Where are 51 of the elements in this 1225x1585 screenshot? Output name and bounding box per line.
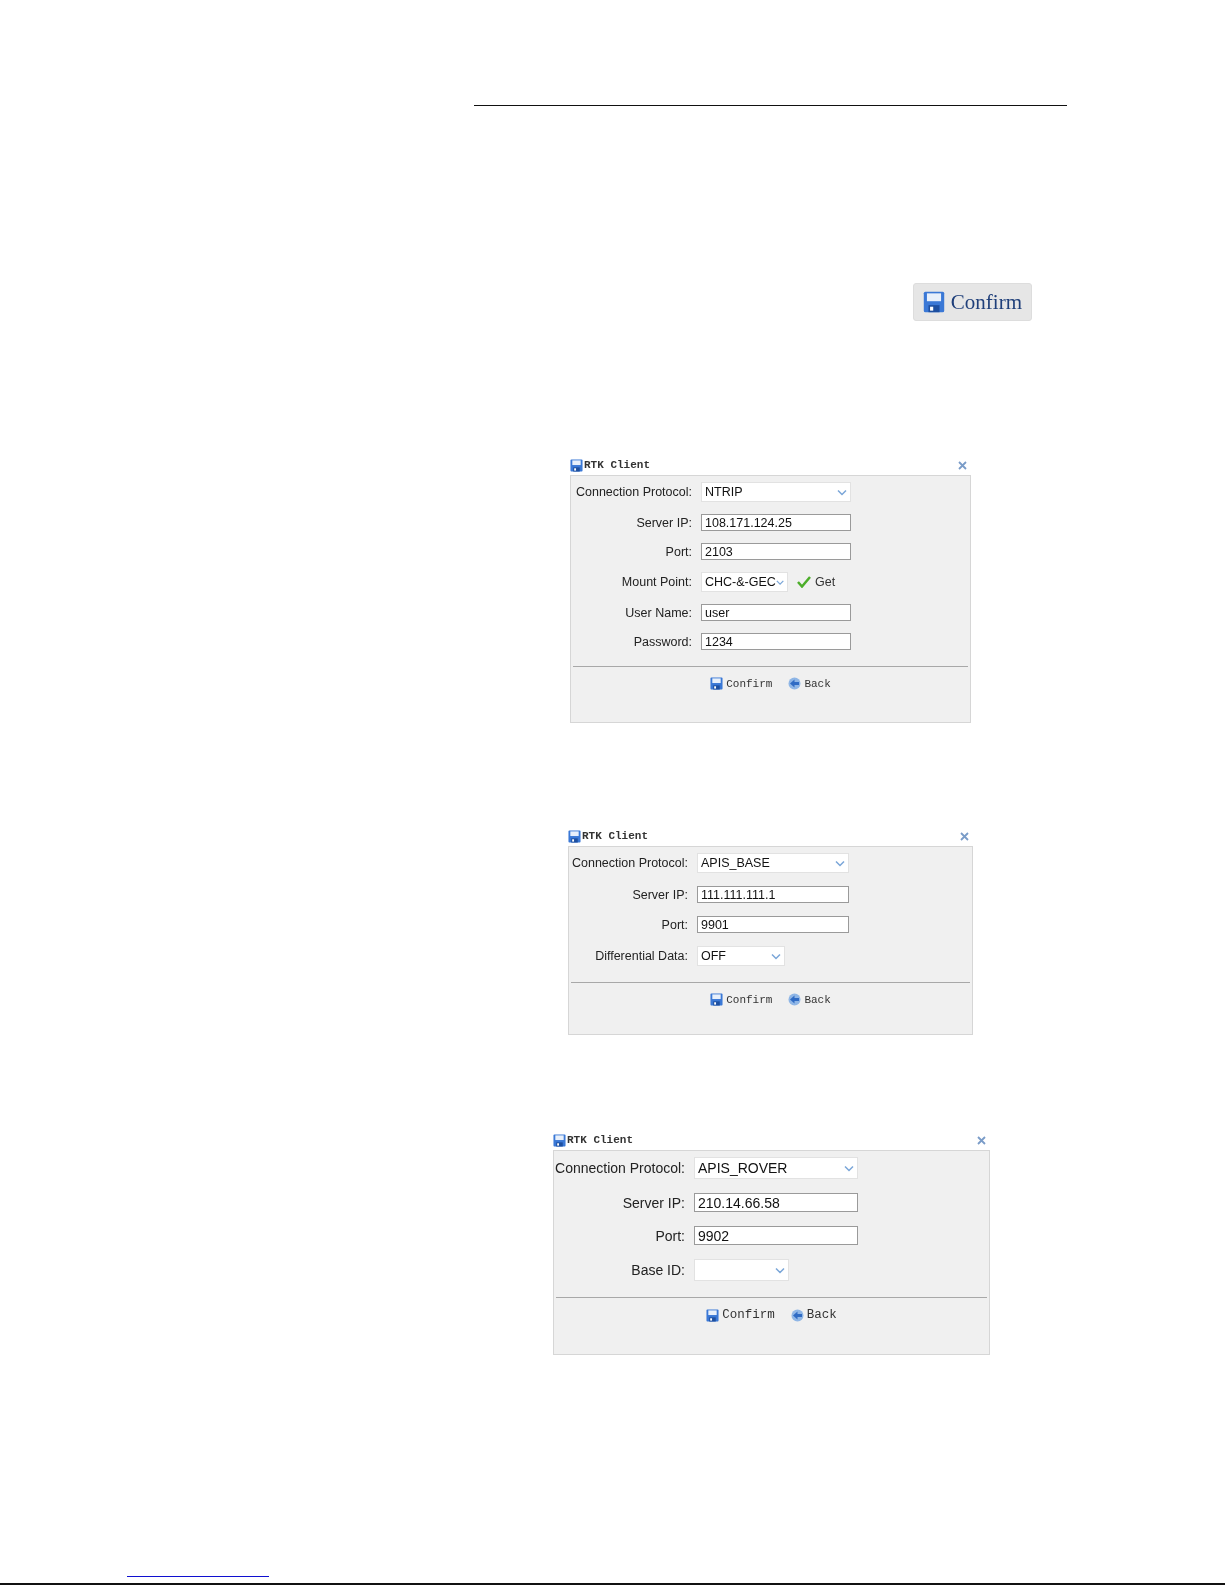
close-icon[interactable] <box>958 460 967 470</box>
checkmark-icon <box>797 576 811 588</box>
close-icon[interactable] <box>977 1135 986 1145</box>
back-button[interactable]: Back <box>788 677 831 690</box>
field-label: Base ID: <box>630 1262 685 1278</box>
dropdown[interactable]: OFF <box>697 946 785 966</box>
confirm-button[interactable]: Confirm <box>710 993 773 1006</box>
back-button[interactable]: Back <box>790 1308 837 1322</box>
get-link[interactable]: Get <box>797 575 836 589</box>
field-label: Server IP: <box>635 515 692 530</box>
text-field[interactable]: 111.111.111.1 <box>697 886 849 903</box>
field-label: Connection Protocol: <box>574 485 692 499</box>
field-label: Connection Protocol: <box>570 856 688 870</box>
field-label: Port: <box>654 1227 685 1244</box>
chevron-down-icon <box>775 578 784 586</box>
text-field[interactable]: 9901 <box>697 916 849 933</box>
field-label: Port: <box>660 917 688 932</box>
dropdown[interactable]: CHC-&-GEC <box>701 572 788 592</box>
text-field[interactable]: 1234 <box>701 633 851 650</box>
dialog-title: RTK Client <box>568 829 648 843</box>
dialog-title: RTK Client <box>553 1133 633 1147</box>
chevron-down-icon <box>844 1164 854 1172</box>
back-button[interactable]: Back <box>788 993 831 1006</box>
field-label: Server IP: <box>631 887 688 902</box>
field-label: User Name: <box>624 605 692 620</box>
text-field[interactable]: 9902 <box>694 1226 858 1245</box>
close-icon[interactable] <box>960 831 969 841</box>
chevron-down-icon <box>775 1266 785 1274</box>
text-field[interactable]: user <box>701 604 851 621</box>
dialog-title: RTK Client <box>570 458 650 472</box>
chevron-down-icon <box>837 488 847 496</box>
back-arrow-icon <box>788 993 802 1006</box>
field-label: Mount Point: <box>620 575 692 589</box>
text-field[interactable]: 210.14.66.58 <box>694 1193 858 1212</box>
text-field[interactable]: 2103 <box>701 543 851 560</box>
confirm-button[interactable]: Confirm <box>706 1308 775 1322</box>
dropdown[interactable]: NTRIP <box>701 482 851 502</box>
chevron-down-icon <box>771 952 781 960</box>
field-label: Connection Protocol: <box>554 1160 685 1176</box>
confirm-button[interactable]: Confirm <box>912 283 1032 321</box>
text-field[interactable]: 108.171.124.25 <box>701 514 851 531</box>
field-label: Port: <box>664 544 692 559</box>
chevron-down-icon <box>835 859 845 867</box>
dropdown[interactable]: APIS_BASE <box>697 853 849 873</box>
back-arrow-icon <box>788 677 802 690</box>
field-label: Server IP: <box>621 1194 685 1211</box>
back-arrow-icon <box>790 1308 804 1322</box>
confirm-button[interactable]: Confirm <box>710 677 773 690</box>
dropdown[interactable]: APIS_ROVER <box>694 1157 858 1179</box>
field-label: Password: <box>632 634 692 649</box>
field-label: Differential Data: <box>594 949 688 963</box>
